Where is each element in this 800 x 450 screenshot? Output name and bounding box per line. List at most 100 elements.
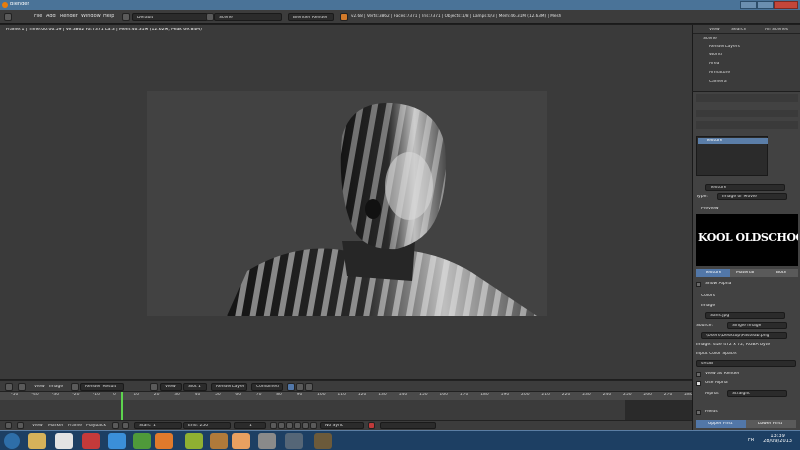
play-icon[interactable] bbox=[294, 422, 301, 429]
render-view[interactable]: Frame:1 | Time:00:06.59 | Ve:3862 Fa:737… bbox=[0, 25, 692, 379]
fields-checkbox[interactable] bbox=[696, 410, 701, 415]
internet-explorer-icon[interactable] bbox=[108, 433, 126, 449]
menu-playback[interactable]: Playback bbox=[86, 424, 106, 429]
menu-render[interactable]: Render bbox=[60, 14, 78, 19]
menu-marker[interactable]: Marker bbox=[48, 424, 64, 429]
preview-tab-texture[interactable]: Texture bbox=[696, 269, 730, 277]
current-frame-field[interactable]: 1 bbox=[234, 422, 266, 429]
scene-icon[interactable] bbox=[206, 13, 214, 21]
start-button-icon[interactable] bbox=[4, 433, 20, 449]
collapse-menus-icon[interactable] bbox=[18, 382, 26, 391]
end-frame-field[interactable]: End: 250 bbox=[183, 422, 231, 429]
outliner-item-armature[interactable]: Armature bbox=[709, 71, 730, 76]
alpha-mode-select[interactable]: Straight bbox=[727, 390, 787, 397]
blender-taskbar-icon[interactable] bbox=[232, 433, 250, 449]
lower-first-button[interactable]: Lower First bbox=[746, 420, 796, 428]
use-preview-range-icon[interactable] bbox=[122, 422, 129, 429]
editor-type-icon[interactable] bbox=[5, 422, 12, 429]
chrome-icon[interactable] bbox=[133, 433, 151, 449]
image-browse-icon[interactable] bbox=[71, 382, 79, 391]
timeline-tick-label: 150 bbox=[419, 393, 428, 397]
pin-icon[interactable] bbox=[150, 382, 158, 391]
clock[interactable]: 13:39 28/09/2013 bbox=[763, 434, 792, 444]
preview-tab-material[interactable]: Material bbox=[730, 269, 764, 277]
texture-tabs[interactable] bbox=[696, 121, 798, 129]
menu-window[interactable]: Window bbox=[81, 14, 101, 19]
app-icon-terminal[interactable] bbox=[314, 433, 332, 449]
color-space-select[interactable]: sRGB bbox=[696, 360, 796, 367]
scene-select[interactable]: Scene bbox=[214, 13, 282, 21]
menu-view[interactable]: View bbox=[32, 424, 43, 429]
jump-keyframe-forward-icon[interactable] bbox=[302, 422, 309, 429]
app-icon-disk[interactable] bbox=[258, 433, 276, 449]
outliner-view-menu[interactable]: View bbox=[709, 28, 720, 33]
outliner-item-scene[interactable]: Scene bbox=[703, 37, 717, 42]
maximize-button[interactable] bbox=[757, 1, 774, 9]
outliner-search-menu[interactable]: Search bbox=[731, 28, 746, 33]
close-button[interactable] bbox=[774, 1, 798, 9]
image-section-header[interactable]: Image bbox=[701, 304, 715, 309]
source-value: Single Image bbox=[732, 324, 762, 328]
menu-image[interactable]: Image bbox=[49, 385, 63, 390]
app-icon-bird[interactable] bbox=[210, 433, 228, 449]
file-explorer-icon[interactable] bbox=[28, 433, 46, 449]
alpha-channel-icon[interactable] bbox=[296, 382, 304, 391]
start-frame-field[interactable]: Start: 1 bbox=[134, 422, 182, 429]
menu-help[interactable]: Help bbox=[103, 14, 114, 19]
properties-context-tabs[interactable] bbox=[696, 94, 798, 102]
firefox-icon[interactable] bbox=[155, 433, 173, 449]
outliner-item-camera[interactable]: Camera bbox=[709, 80, 727, 85]
start-frame-value: Start: 1 bbox=[139, 424, 156, 428]
upper-first-button[interactable]: Upper First bbox=[696, 420, 746, 428]
screen-layout-select[interactable]: Default bbox=[132, 13, 208, 21]
texture-slot-list[interactable]: Texture bbox=[696, 136, 768, 176]
keying-set-field[interactable] bbox=[380, 422, 436, 429]
show-alpha-checkbox[interactable] bbox=[696, 282, 701, 287]
menu-add[interactable]: Add bbox=[46, 14, 56, 19]
image-name-field[interactable]: Sans.jpg bbox=[705, 312, 785, 319]
slot-select[interactable]: Slot 1 bbox=[183, 382, 207, 391]
blender-logo-icon bbox=[340, 13, 348, 21]
media-player-icon[interactable] bbox=[55, 433, 73, 449]
image-name-field[interactable]: Render Result bbox=[80, 382, 124, 391]
colors-section-header[interactable]: Colors bbox=[701, 294, 715, 299]
render-engine-select[interactable]: Blender Render bbox=[288, 13, 334, 21]
collapse-menus-icon[interactable] bbox=[17, 422, 24, 429]
outliner-item-world[interactable]: World bbox=[709, 53, 722, 58]
jump-end-icon[interactable] bbox=[310, 422, 317, 429]
play-reverse-icon[interactable] bbox=[286, 422, 293, 429]
app-icon-green[interactable] bbox=[185, 433, 203, 449]
source-select[interactable]: Single Image bbox=[727, 322, 787, 329]
editor-type-icon[interactable] bbox=[4, 13, 12, 21]
texture-slot-selected[interactable]: Texture bbox=[698, 138, 768, 144]
texture-type-select[interactable]: Image or Movie bbox=[717, 193, 787, 200]
outliner-display-mode[interactable]: All Scenes bbox=[765, 28, 788, 33]
language-indicator[interactable]: FR bbox=[748, 438, 754, 443]
jump-keyframe-back-icon[interactable] bbox=[278, 422, 285, 429]
sync-mode-select[interactable]: No Sync bbox=[320, 422, 364, 429]
preview-tab-both[interactable]: Both bbox=[764, 269, 798, 277]
menu-view[interactable]: View bbox=[34, 385, 45, 390]
outliner-item-renderlayers[interactable]: RenderLayers bbox=[709, 45, 740, 50]
preview-range-icon[interactable] bbox=[112, 422, 119, 429]
screen-layout-icon[interactable] bbox=[122, 13, 130, 21]
render-pass-select[interactable]: Combined bbox=[251, 382, 283, 391]
editor-type-icon[interactable] bbox=[5, 382, 13, 391]
display-channels-icon[interactable] bbox=[287, 382, 295, 391]
view-mode-select[interactable]: View bbox=[160, 382, 182, 391]
view-as-render-checkbox[interactable] bbox=[696, 372, 701, 377]
render-layer-select[interactable]: RenderLayer bbox=[211, 382, 247, 391]
record-keyframe-icon[interactable] bbox=[368, 422, 375, 429]
minimize-button[interactable] bbox=[740, 1, 757, 9]
media-app-icon[interactable] bbox=[82, 433, 100, 449]
menu-file[interactable]: File bbox=[34, 14, 42, 19]
app-icon-window[interactable] bbox=[285, 433, 303, 449]
filepath-field[interactable]: \Users\Desktop\Pasteab.png bbox=[701, 332, 787, 339]
preview-section-header[interactable]: Preview bbox=[701, 207, 719, 212]
menu-frame[interactable]: Frame bbox=[68, 424, 82, 429]
zbuffer-icon[interactable] bbox=[305, 382, 313, 391]
outliner-item-area[interactable]: Area bbox=[709, 62, 719, 67]
texture-datablock-field[interactable]: Texture bbox=[705, 184, 785, 191]
jump-start-icon[interactable] bbox=[270, 422, 277, 429]
use-alpha-checkbox[interactable] bbox=[696, 381, 701, 386]
